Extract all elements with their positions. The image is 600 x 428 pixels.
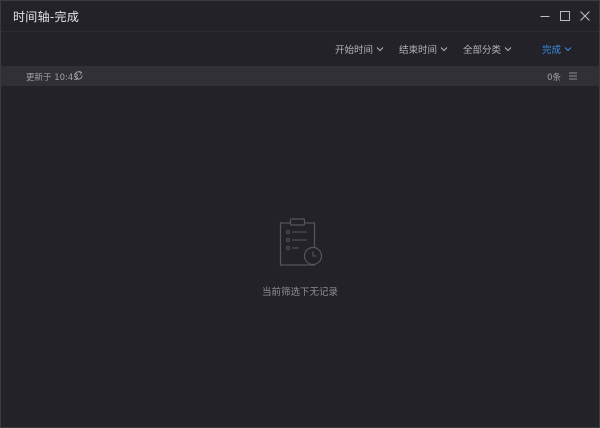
close-button[interactable] [575, 5, 595, 27]
status-bar: 更新于 10:43 0条 [1, 66, 599, 86]
maximize-button[interactable] [555, 5, 575, 27]
filter-category[interactable]: 全部分类 [463, 42, 512, 56]
record-count: 0条 [547, 73, 561, 83]
chevron-down-icon [504, 47, 512, 52]
filter-end-time[interactable]: 结束时间 [399, 42, 448, 56]
filter-label: 完成 [542, 45, 562, 56]
chevron-down-icon [564, 47, 572, 52]
refresh-icon[interactable] [73, 70, 84, 81]
list-view-icon[interactable] [568, 71, 578, 81]
filter-status[interactable]: 完成 [542, 42, 572, 56]
title-bar: 时间轴-完成 [1, 1, 599, 31]
minimize-button[interactable] [535, 5, 555, 27]
close-icon [580, 11, 590, 21]
last-updated-text: 更新于 10:43 [26, 73, 79, 83]
filter-start-time[interactable]: 开始时间 [335, 42, 384, 56]
filter-bar: 开始时间 结束时间 全部分类 完成 [1, 31, 599, 67]
filter-label: 全部分类 [463, 45, 502, 56]
filter-label: 开始时间 [335, 45, 374, 56]
app-window: 时间轴-完成 开始时间 结束时间 全部分类 完成 更新于 10:43 0条 当前… [0, 0, 600, 428]
empty-state: 当前筛选下无记录 [1, 86, 599, 427]
maximize-icon [560, 11, 570, 21]
window-controls [535, 5, 595, 27]
chevron-down-icon [440, 47, 448, 52]
window-title: 时间轴-完成 [13, 10, 80, 24]
clipboard-clock-icon [279, 218, 323, 266]
filter-label: 结束时间 [399, 45, 438, 56]
chevron-down-icon [376, 47, 384, 52]
minimize-icon [540, 16, 550, 17]
empty-state-message: 当前筛选下无记录 [261, 287, 338, 298]
